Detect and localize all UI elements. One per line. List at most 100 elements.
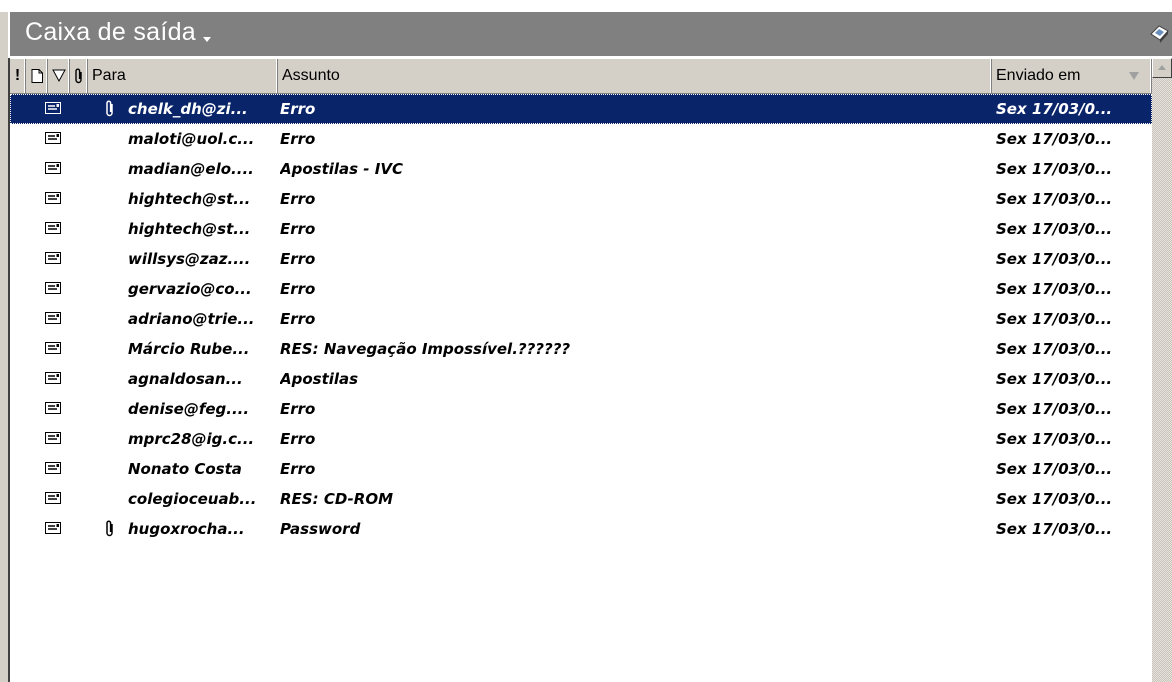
paperclip-icon <box>106 100 113 117</box>
assunto-cell: RES: Navegação Impossível.?????? <box>280 340 571 358</box>
message-row[interactable]: mprc28@ig.c... Erro Sex 17/03/0... <box>10 424 1152 454</box>
para-cell: madian@elo.... <box>128 160 254 178</box>
chevron-down-icon <box>202 37 211 42</box>
top-strip <box>0 0 1172 12</box>
envelope-icon <box>45 102 61 114</box>
message-row[interactable]: madian@elo.... Apostilas - IVC Sex 17/03/0… <box>10 154 1152 184</box>
assunto-cell: RES: CD-ROM <box>280 490 394 508</box>
enviado-cell: Sex 17/03/0... <box>996 370 1113 388</box>
enviado-cell: Sex 17/03/0... <box>996 490 1113 508</box>
enviado-cell: Sex 17/03/0... <box>996 220 1113 238</box>
envelope-icon <box>45 252 61 264</box>
envelope-icon <box>45 342 61 354</box>
enviado-cell: Sex 17/03/0... <box>996 310 1113 328</box>
envelope-icon <box>45 522 61 534</box>
para-cell: hightech@st... <box>128 220 251 238</box>
message-row[interactable]: colegioceuab... RES: CD-ROM Sex 17/03/0... <box>10 484 1152 514</box>
assunto-cell: Erro <box>280 400 316 418</box>
assunto-cell: Erro <box>280 250 316 268</box>
message-row[interactable]: chelk_dh@zi... Erro Sex 17/03/0... <box>10 94 1152 124</box>
para-cell: gervazio@co... <box>128 280 252 298</box>
envelope-icon <box>45 192 61 204</box>
message-list: chelk_dh@zi... Erro Sex 17/03/0... maloti@u… <box>10 94 1152 682</box>
assunto-cell: Apostilas - IVC <box>280 160 403 178</box>
message-row[interactable]: agnaldosan... Apostilas Sex 17/03/0... <box>10 364 1152 394</box>
column-flag[interactable] <box>48 59 70 93</box>
enviado-cell: Sex 17/03/0... <box>996 250 1113 268</box>
envelope-icon <box>45 462 61 474</box>
assunto-cell: Erro <box>280 130 316 148</box>
envelope-icon <box>45 492 61 504</box>
envelope-icon <box>45 162 61 174</box>
folder-title: Caixa de saída <box>25 18 196 46</box>
enviado-cell: Sex 17/03/0... <box>996 160 1113 178</box>
message-row[interactable]: hightech@st... Erro Sex 17/03/0... <box>10 214 1152 244</box>
outlook-shortcut-icon[interactable] <box>1148 22 1170 44</box>
paperclip-icon <box>75 68 82 84</box>
assunto-cell: Erro <box>280 280 316 298</box>
assunto-cell: Erro <box>280 460 316 478</box>
assunto-cell: Erro <box>280 430 316 448</box>
enviado-cell: Sex 17/03/0... <box>996 100 1113 118</box>
message-row[interactable]: hugoxrocha... Password Sex 17/03/0... <box>10 514 1152 544</box>
para-cell: hightech@st... <box>128 190 251 208</box>
paperclip-icon <box>106 520 113 537</box>
flag-icon <box>52 69 66 83</box>
para-cell: mprc28@ig.c... <box>128 430 255 448</box>
assunto-cell: Erro <box>280 220 316 238</box>
para-cell: adriano@trie... <box>128 310 255 328</box>
message-row[interactable]: willsys@zaz.... Erro Sex 17/03/0... <box>10 244 1152 274</box>
assunto-cell: Apostilas <box>280 370 359 388</box>
para-cell: Nonato Costa <box>128 460 242 478</box>
message-row[interactable]: adriano@trie... Erro Sex 17/03/0... <box>10 304 1152 334</box>
enviado-header-label: Enviado em <box>996 67 1081 84</box>
column-attachment[interactable] <box>70 59 88 93</box>
column-para[interactable]: Para <box>88 59 278 93</box>
enviado-cell: Sex 17/03/0... <box>996 130 1113 148</box>
para-cell: chelk_dh@zi... <box>128 100 248 118</box>
vertical-scrollbar[interactable] <box>1152 58 1172 682</box>
message-row[interactable]: Nonato Costa Erro Sex 17/03/0... <box>10 454 1152 484</box>
envelope-icon <box>45 282 61 294</box>
assunto-cell: Erro <box>280 190 316 208</box>
para-cell: hugoxrocha... <box>128 520 245 538</box>
assunto-cell: Password <box>280 520 361 538</box>
enviado-cell: Sex 17/03/0... <box>996 340 1113 358</box>
message-row[interactable]: hightech@st... Erro Sex 17/03/0... <box>10 184 1152 214</box>
enviado-cell: Sex 17/03/0... <box>996 460 1113 478</box>
message-row[interactable]: Márcio Rube... RES: Navegação Impossível.… <box>10 334 1152 364</box>
envelope-icon <box>45 312 61 324</box>
assunto-cell: Erro <box>280 310 316 328</box>
document-icon <box>31 69 43 83</box>
para-cell: colegioceuab... <box>128 490 257 508</box>
folder-title-button[interactable]: Caixa de saída <box>25 18 211 47</box>
sort-descending-icon <box>1129 72 1139 80</box>
scroll-up-button[interactable] <box>1152 58 1172 78</box>
enviado-cell: Sex 17/03/0... <box>996 520 1113 538</box>
envelope-icon <box>45 432 61 444</box>
column-header-row: ! Para Assunto Enviado em <box>10 58 1152 94</box>
column-enviado-em[interactable]: Enviado em <box>992 59 1152 93</box>
enviado-cell: Sex 17/03/0... <box>996 190 1113 208</box>
envelope-icon <box>45 132 61 144</box>
envelope-icon <box>45 222 61 234</box>
enviado-cell: Sex 17/03/0... <box>996 280 1113 298</box>
para-cell: Márcio Rube... <box>128 340 250 358</box>
para-cell: willsys@zaz.... <box>128 250 251 268</box>
column-assunto[interactable]: Assunto <box>278 59 992 93</box>
para-header-label: Para <box>92 67 126 84</box>
assunto-cell: Erro <box>280 100 316 118</box>
envelope-icon <box>45 402 61 414</box>
message-row[interactable]: gervazio@co... Erro Sex 17/03/0... <box>10 274 1152 304</box>
para-cell: denise@feg.... <box>128 400 250 418</box>
folder-banner: Caixa de saída <box>10 12 1172 56</box>
message-row[interactable]: maloti@uol.c... Erro Sex 17/03/0... <box>10 124 1152 154</box>
assunto-header-label: Assunto <box>282 67 340 84</box>
column-icon[interactable] <box>26 59 48 93</box>
para-cell: maloti@uol.c... <box>128 130 255 148</box>
column-importance[interactable]: ! <box>10 59 26 93</box>
message-row[interactable]: denise@feg.... Erro Sex 17/03/0... <box>10 394 1152 424</box>
enviado-cell: Sex 17/03/0... <box>996 400 1113 418</box>
left-window-edge <box>0 12 8 682</box>
importance-header-label: ! <box>14 67 21 84</box>
